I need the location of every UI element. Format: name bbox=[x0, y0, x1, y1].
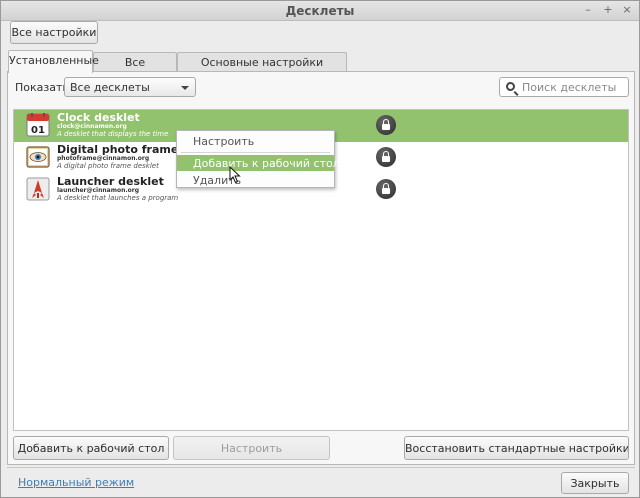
mouse-cursor-icon bbox=[229, 166, 241, 184]
calendar-icon: 01 bbox=[26, 113, 50, 137]
menu-item-remove[interactable]: Удалить bbox=[177, 172, 334, 188]
photo-frame-icon bbox=[26, 146, 50, 168]
close-window-icon[interactable]: × bbox=[620, 3, 634, 16]
titlebar: Десклеты – + × bbox=[1, 1, 639, 21]
desklet-uuid: photoframe@cinnamon.org bbox=[57, 155, 150, 162]
desklet-description: A digital photo frame desklet bbox=[57, 162, 159, 170]
lock-icon bbox=[376, 115, 396, 135]
search-icon bbox=[506, 82, 515, 91]
desklet-uuid: clock@cinnamon.org bbox=[57, 123, 127, 130]
desklets-window: Десклеты – + × Все настройки Установленн… bbox=[0, 0, 640, 498]
search-box[interactable] bbox=[499, 77, 629, 97]
desklet-description: A desklet that displays the time bbox=[57, 130, 169, 138]
menu-item-add-to-desktop[interactable]: Добавить к рабочий стол bbox=[177, 155, 340, 171]
launcher-icon bbox=[26, 177, 50, 201]
show-filter-combo[interactable]: Все десклеты bbox=[64, 77, 196, 97]
calendar-day: 01 bbox=[31, 125, 45, 136]
tab-all-available[interactable]: Все доступные bbox=[93, 52, 177, 82]
menu-separator bbox=[181, 152, 330, 153]
close-button[interactable]: Закрыть bbox=[561, 472, 629, 494]
show-filter-value: Все десклеты bbox=[70, 81, 150, 94]
footer-separator bbox=[7, 467, 635, 468]
lock-icon bbox=[376, 179, 396, 199]
dropdown-arrow-icon bbox=[181, 86, 189, 90]
configure-button[interactable]: Настроить bbox=[173, 436, 330, 460]
search-input[interactable] bbox=[522, 80, 626, 94]
window-title: Десклеты bbox=[285, 4, 355, 18]
desklet-uuid: launcher@cinnamon.org bbox=[57, 187, 140, 194]
all-settings-button[interactable]: Все настройки bbox=[10, 21, 98, 44]
minimize-icon[interactable]: – bbox=[581, 3, 595, 16]
desklet-description: A desklet that launches a program bbox=[57, 194, 179, 202]
restore-defaults-button[interactable]: Восстановить стандартные настройки bbox=[404, 436, 629, 460]
normal-mode-link[interactable]: Нормальный режим bbox=[18, 476, 134, 489]
tab-installed[interactable]: Установленные bbox=[8, 50, 99, 73]
context-menu: Настроить Добавить к рабочий стол Удалит… bbox=[176, 130, 340, 188]
maximize-icon[interactable]: + bbox=[601, 3, 615, 16]
tab-general-settings[interactable]: Основные настройки десклетов bbox=[177, 52, 347, 82]
menu-item-configure[interactable]: Настроить bbox=[177, 133, 334, 149]
lock-icon bbox=[376, 147, 396, 167]
show-label: Показать bbox=[15, 81, 69, 94]
add-to-desktop-button[interactable]: Добавить к рабочий стол bbox=[13, 436, 169, 460]
